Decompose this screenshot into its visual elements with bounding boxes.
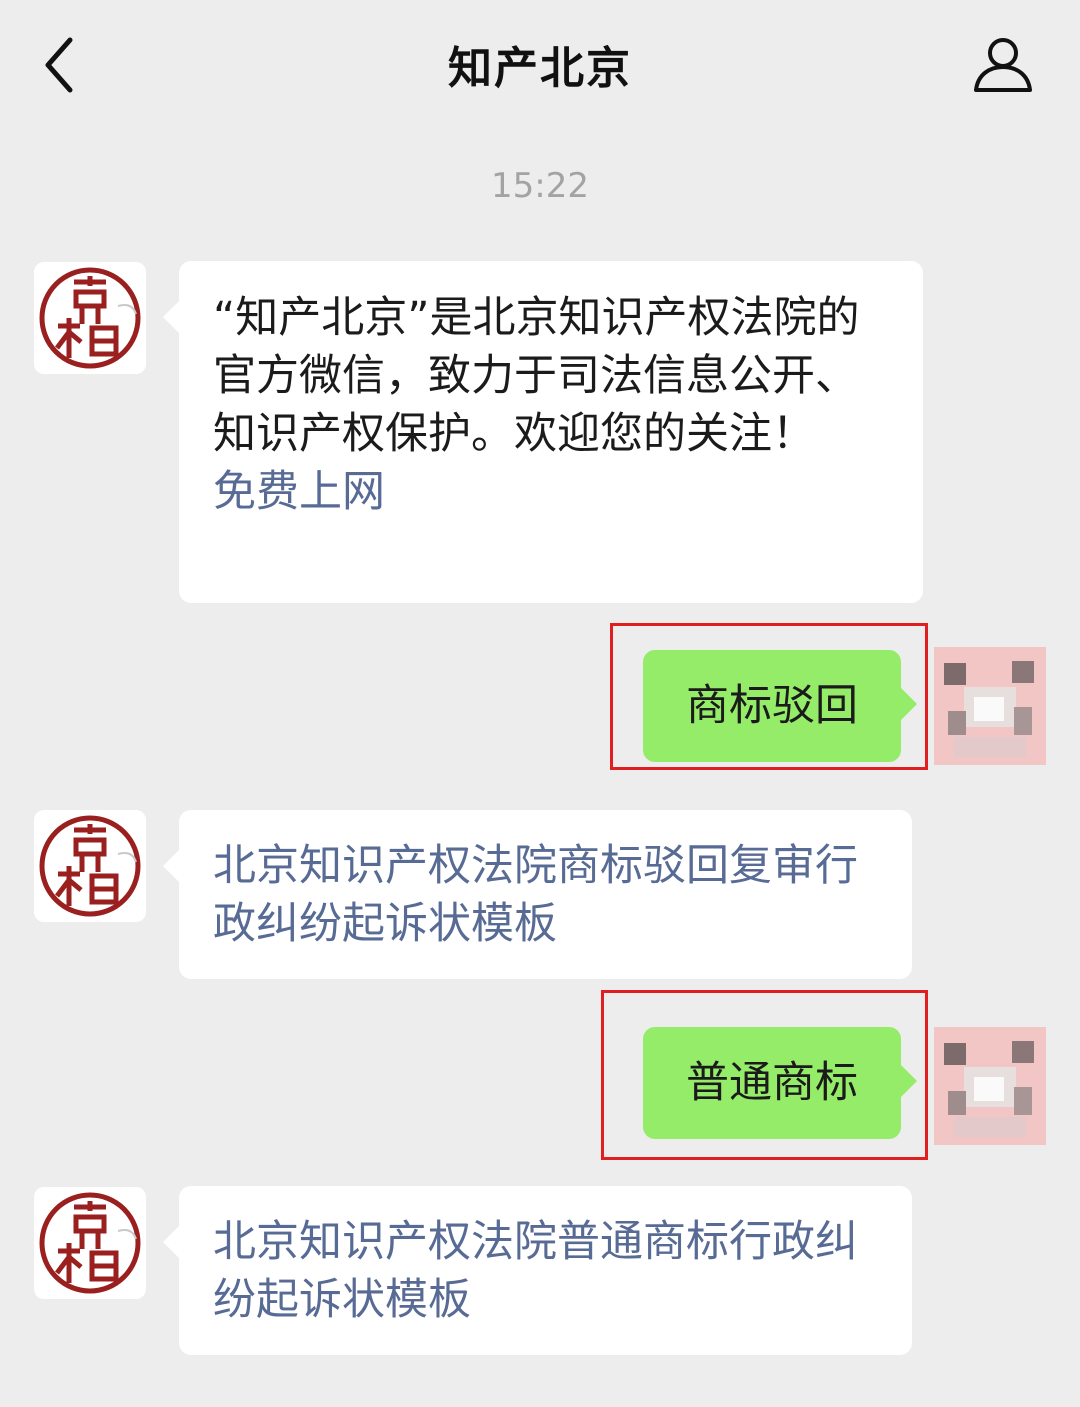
- official-avatar[interactable]: [34, 262, 146, 374]
- message-link[interactable]: 北京知识产权法院普通商标行政纠纷起诉状模板: [213, 1213, 878, 1329]
- message-bubble-official: “知产北京”是北京知识产权法院的官方微信，致力于司法信息公开、知识产权保护。欢迎…: [163, 261, 923, 603]
- message-link[interactable]: 北京知识产权法院商标驳回复审行政纠纷起诉状模板: [213, 837, 878, 953]
- official-avatar[interactable]: [34, 810, 146, 922]
- page-title: 知产北京: [448, 43, 632, 94]
- pixelated-avatar-image: [934, 647, 1046, 765]
- top-bar: 知产北京: [0, 0, 1080, 130]
- court-seal-logo: [39, 815, 141, 917]
- message-bubble-official: 北京知识产权法院商标驳回复审行政纠纷起诉状模板: [163, 810, 912, 979]
- user-avatar[interactable]: [934, 1027, 1046, 1145]
- court-seal-logo: [39, 267, 141, 369]
- message-bubble-official: 北京知识产权法院普通商标行政纠纷起诉状模板: [163, 1186, 912, 1355]
- user-avatar[interactable]: [934, 647, 1046, 765]
- pixelated-avatar-image: [934, 1027, 1046, 1145]
- official-avatar[interactable]: [34, 1187, 146, 1299]
- message-link[interactable]: 免费上网: [213, 463, 889, 521]
- person-icon: [974, 38, 1032, 92]
- message-text: “知产北京”是北京知识产权法院的官方微信，致力于司法信息公开、知识产权保护。欢迎…: [213, 293, 860, 459]
- message-bubble-user: 普通商标: [643, 1027, 917, 1139]
- message-text: 商标驳回: [686, 681, 858, 731]
- message-bubble-user: 商标驳回: [643, 650, 917, 762]
- message-text: 普通商标: [686, 1058, 858, 1108]
- profile-button[interactable]: [970, 36, 1036, 94]
- court-seal-logo: [39, 1192, 141, 1294]
- message-timestamp: 15:22: [491, 166, 589, 206]
